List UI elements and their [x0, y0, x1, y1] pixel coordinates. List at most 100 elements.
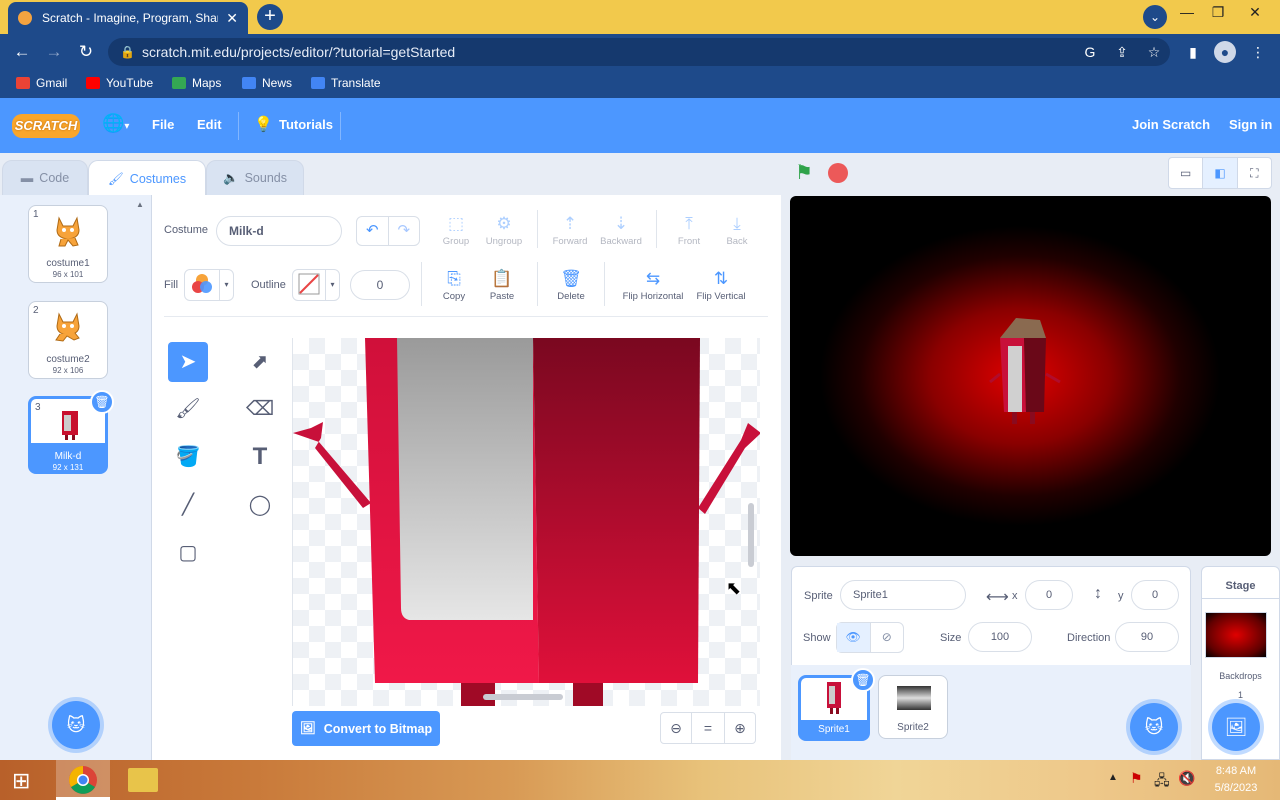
edit-menu[interactable]: Edit [197, 117, 222, 132]
redo-icon[interactable]: ↷ [389, 217, 420, 245]
minimize-icon[interactable]: — [1175, 4, 1199, 24]
paste-button[interactable]: 📋 Paste [475, 267, 529, 302]
size-input[interactable]: 100 [968, 622, 1032, 652]
close-tab-icon[interactable]: ✕ [226, 10, 238, 27]
group-button[interactable]: ⬚ Group [429, 212, 483, 247]
forward-arrow-icon[interactable]: → [43, 41, 65, 63]
bookmark-gmail[interactable]: Gmail [16, 76, 67, 90]
flip-vertical-button[interactable]: ⇅ Flip Vertical [690, 267, 752, 302]
taskbar-time[interactable]: 8:48 AM [1208, 765, 1264, 777]
sign-in-link[interactable]: Sign in [1229, 117, 1272, 132]
small-stage-icon[interactable]: ▭ [1169, 158, 1204, 188]
side-panel-icon[interactable]: ▮ [1182, 41, 1204, 63]
copy-button[interactable]: ⎘ Copy [427, 267, 481, 302]
address-bar[interactable]: 🔒 scratch.mit.edu/projects/editor/?tutor… [108, 38, 1170, 66]
line-tool-icon[interactable]: ╱ [168, 485, 208, 525]
select-tool-arrow-icon[interactable]: ➤ [168, 342, 208, 382]
tab-search-chevron-icon[interactable]: ⌄ [1143, 5, 1167, 29]
reload-icon[interactable]: ↻ [75, 41, 97, 63]
milk-carton-drawing [293, 338, 760, 706]
bookmark-youtube[interactable]: YouTube [86, 76, 153, 90]
sprite-item-sprite2[interactable]: Sprite2 [878, 675, 948, 739]
outline-color-picker[interactable]: ▾ [292, 269, 340, 301]
costume-name-input[interactable]: Milk-d [216, 216, 342, 246]
text-tool-icon[interactable]: T [240, 437, 280, 477]
brush-tool-icon[interactable]: 🖌 [168, 389, 208, 429]
delete-sprite-trash-icon[interactable]: 🗑 [851, 668, 875, 692]
chrome-taskbar-button[interactable] [56, 760, 110, 800]
new-tab-button[interactable]: + [257, 4, 283, 30]
zoom-out-icon[interactable]: ⊖ [660, 712, 692, 744]
bookmark-news[interactable]: News [242, 76, 292, 90]
tab-code[interactable]: ▬ Code [2, 160, 88, 196]
bookmark-translate[interactable]: Translate [311, 76, 381, 90]
image-add-icon: 🖼 [1224, 717, 1248, 737]
front-button[interactable]: ⤒ Front [662, 212, 716, 247]
rectangle-tool-icon[interactable]: ▢ [168, 533, 208, 573]
file-explorer-icon[interactable] [128, 768, 158, 792]
close-window-icon[interactable]: ✕ [1243, 4, 1267, 24]
join-scratch-link[interactable]: Join Scratch [1132, 117, 1210, 132]
choose-sprite-button[interactable]: 🐱 [1130, 703, 1178, 751]
taskbar-date[interactable]: 5/8/2023 [1208, 782, 1264, 794]
fill-color-picker[interactable]: ▾ [184, 269, 234, 301]
volume-muted-icon[interactable]: 🔇 [1178, 770, 1195, 787]
reshape-tool-icon[interactable]: ⬈ [240, 342, 280, 382]
share-icon[interactable]: ⇪ [1111, 41, 1133, 63]
stop-icon[interactable] [828, 163, 848, 183]
back-icon: ⤓ [733, 214, 741, 233]
bookmark-star-icon[interactable]: ☆ [1143, 41, 1165, 63]
forward-button[interactable]: ⇡ Forward [543, 212, 597, 247]
speaker-icon: 🔈 [223, 170, 239, 185]
action-center-flag-icon[interactable]: ⚑ [1130, 770, 1143, 787]
direction-input[interactable]: 90 [1115, 622, 1179, 652]
back-button[interactable]: ⤓ Back [710, 212, 764, 247]
delete-costume-trash-icon[interactable]: 🗑 [90, 390, 114, 414]
google-lens-icon[interactable]: G [1079, 41, 1101, 63]
stage-canvas[interactable] [790, 196, 1271, 556]
backward-button[interactable]: ⇣ Backward [594, 212, 648, 247]
tutorials-menu[interactable]: Tutorials [279, 117, 333, 132]
scratch-logo[interactable]: SCRATCH [12, 114, 80, 138]
outline-width-input[interactable]: 0 [350, 270, 410, 300]
y-position-input[interactable]: 0 [1131, 580, 1179, 610]
fullscreen-icon[interactable]: ⛶ [1238, 158, 1271, 188]
sprite-name-input[interactable]: Sprite1 [840, 580, 966, 610]
circle-tool-icon[interactable]: ◯ [240, 485, 280, 525]
convert-to-bitmap-button[interactable]: 🖼 Convert to Bitmap [292, 711, 440, 746]
eye-hidden-icon[interactable]: ⊘ [871, 623, 904, 652]
windows-start-icon[interactable]: ⊞ [12, 768, 30, 794]
flip-horizontal-button[interactable]: ⇆ Flip Horizontal [616, 267, 690, 302]
green-flag-icon[interactable]: ⚑ [795, 160, 813, 185]
bookmark-maps[interactable]: Maps [172, 76, 221, 90]
ungroup-button[interactable]: ⚙ Ungroup [477, 212, 531, 247]
eye-icon[interactable]: 👁 [837, 623, 871, 652]
language-globe-icon[interactable]: 🌐▾ [102, 113, 129, 134]
tab-sounds[interactable]: 🔈 Sounds [206, 160, 304, 196]
network-icon[interactable]: 🖧 [1154, 770, 1170, 794]
list-scroll-up-icon[interactable]: ▲ [136, 200, 148, 210]
back-arrow-icon[interactable]: ← [11, 41, 33, 63]
undo-icon[interactable]: ↶ [357, 217, 389, 245]
eraser-tool-icon[interactable]: ⌫ [240, 389, 280, 429]
bookmarks-bar: Gmail YouTube Maps News Translate [0, 70, 1280, 98]
tab-costumes[interactable]: 🖌 Costumes [88, 160, 206, 197]
paint-canvas[interactable] [292, 338, 760, 706]
more-menu-icon[interactable]: ⋮ [1247, 41, 1269, 63]
fill-bucket-tool-icon[interactable]: 🪣 [168, 437, 208, 477]
x-position-input[interactable]: 0 [1025, 580, 1073, 610]
profile-avatar-icon[interactable]: ● [1214, 41, 1236, 63]
restore-icon[interactable]: ❐ [1206, 4, 1230, 24]
show-hidden-icons-chevron-icon[interactable]: ▲ [1108, 772, 1118, 783]
choose-backdrop-button[interactable]: 🖼 [1212, 703, 1260, 751]
gmail-icon [16, 77, 30, 89]
zoom-in-icon[interactable]: ⊕ [724, 712, 756, 744]
costume-item-2[interactable]: 2 costume2 92 x 106 [28, 301, 108, 379]
file-menu[interactable]: File [152, 117, 174, 132]
costume-item-1[interactable]: 1 costume1 96 x 101 [28, 205, 108, 283]
zoom-reset-button[interactable]: = [692, 712, 724, 744]
browser-tab[interactable]: Scratch - Imagine, Program, Share ✕ [8, 2, 248, 34]
delete-button[interactable]: 🗑 Delete [544, 267, 598, 302]
normal-stage-icon[interactable]: ◧ [1203, 158, 1238, 188]
choose-costume-button[interactable]: 🐱 [52, 701, 100, 749]
